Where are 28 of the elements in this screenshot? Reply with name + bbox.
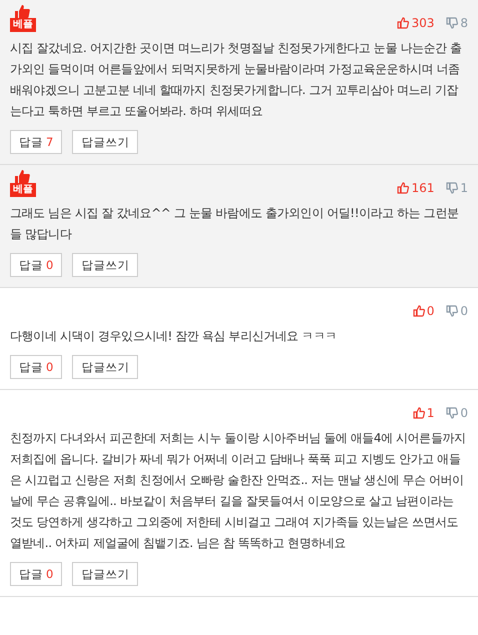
write-reply-button[interactable]: 답글쓰기 (72, 253, 138, 277)
thumbs-up-icon (12, 169, 32, 183)
like-count[interactable]: 161 (397, 181, 434, 195)
replies-button[interactable]: 답글 0 (10, 562, 62, 586)
replies-button[interactable]: 답글 7 (10, 130, 62, 154)
thumbs-down-icon (446, 17, 458, 29)
thumbs-up-icon (397, 182, 410, 194)
write-reply-button[interactable]: 답글쓰기 (72, 355, 138, 379)
comment-text: 그래도 님은 시집 잘 갔네요^^ 그 눈물 바람에도 출가외인이 어딜!!이라고 하는 그런분들 많답니다 (10, 205, 460, 243)
thumbs-down-icon (446, 182, 458, 194)
thumbs-up-icon (397, 17, 410, 29)
comment-text: 친정까지 다녀와서 피곤한데 저희는 시누 둘이랑 시아주버님 둘에 애들4에 시어른들까지 저희집에 옵니다. 갈비가 짜네 뭐가 어쩌네 이러고 담배나 푹푹 피고 지벵도 안가고 애들은 시끄럽고 신랑은 저희 친정에서 오빠랑 술한잔 안먹죠.. 저는 맨날 생신에 무슨 어버이날에 무슨 공휴일에.. 바보같이 처음부터 길을 잘못들여서 이모양으로 살고 남편이라는 것도 당연하게 생각하고 그외중에 저한테 시비걸고 그래여 지가족들 있는날은 쓰면서도 열받네.. 어차피 제얼굴에 침뱉기죠. 님은 참 똑똑하고 현명하네요 (10, 430, 467, 552)
comment-text: 시집 잘갔네요. 어지간한 곳이면 며느리가 첫명절날 친정못가게한다고 눈물 나는순간 출가외인 들먹이며 어른들앞에서 되먹지못하게 눈물바람이라며 가정교육운운하시며 너좀 배워야겠으니 고분고분 네네 할때까지 친정못가게합니다. 그거 꼬투리삼아 며느리 기잡는다고 툭하면 부르고 또울어봐라. 하며 위세떠요 (10, 40, 463, 120)
thumbs-up-icon (12, 4, 32, 18)
replies-button[interactable]: 답글 0 (10, 355, 62, 379)
write-reply-button[interactable]: 답글쓰기 (72, 562, 138, 586)
like-count[interactable]: 0 (412, 304, 434, 318)
comment-text: 다행이네 시댁이 경우있으시네! 잠깐 욕심 부리신거네요 ㅋㅋㅋ (10, 328, 338, 345)
thumbs-down-icon (446, 407, 458, 419)
best-badge: 베플 (10, 18, 36, 32)
best-badge: 베플 (10, 183, 36, 197)
like-count[interactable]: 303 (397, 16, 434, 30)
thumbs-up-icon (412, 305, 425, 317)
write-reply-button[interactable]: 답글쓰기 (72, 130, 138, 154)
thumbs-up-icon (412, 407, 425, 419)
like-count[interactable]: 1 (412, 406, 434, 420)
thumbs-down-icon (446, 305, 458, 317)
replies-button[interactable]: 답글 0 (10, 253, 62, 277)
